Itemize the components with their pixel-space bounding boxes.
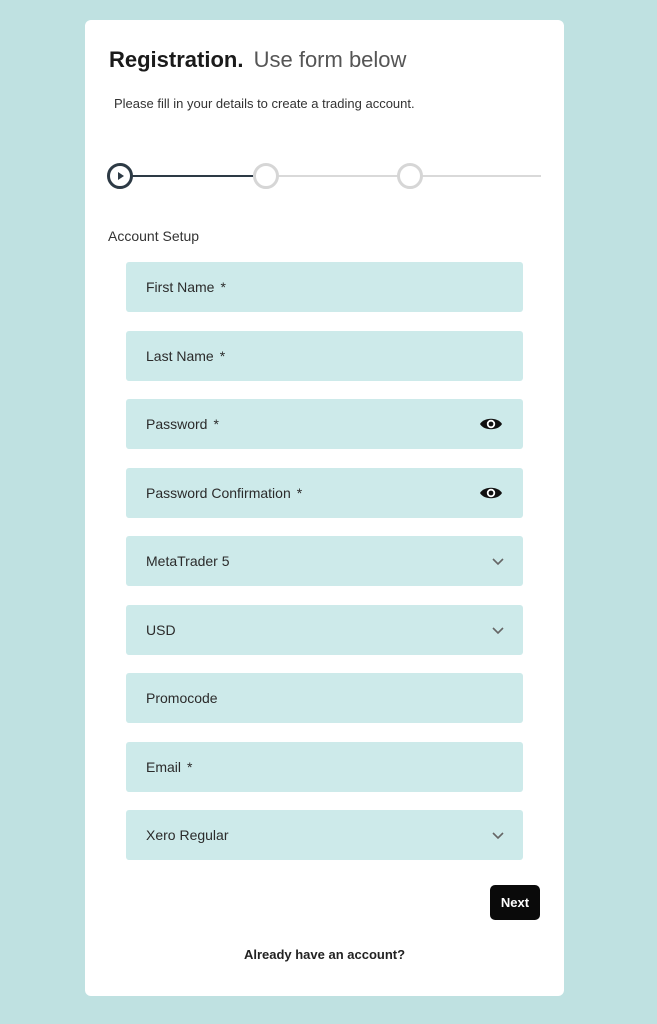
progress-stepper	[107, 163, 541, 189]
password-confirmation-label: Password Confirmation	[146, 484, 291, 501]
required-marker: *	[187, 758, 193, 775]
first-name-label: First Name	[146, 279, 215, 295]
last-name-field[interactable]: Last Name *	[126, 330, 523, 381]
required-marker: *	[296, 484, 303, 501]
promocode-label: Promocode	[146, 690, 218, 706]
registration-card: Registration. Use form below Please fill…	[85, 20, 564, 996]
password-confirmation-field[interactable]: Password Confirmation *	[126, 467, 523, 518]
next-button[interactable]: Next	[490, 885, 540, 920]
stepper-track-completed	[131, 175, 254, 177]
required-marker: *	[213, 416, 219, 432]
first-name-field[interactable]: First Name *	[126, 262, 523, 312]
chevron-down-icon	[492, 626, 504, 634]
password-label: Password	[146, 416, 208, 432]
currency-value: USD	[146, 621, 176, 638]
email-field[interactable]: Email *	[126, 741, 523, 792]
login-link[interactable]: Already have an account?	[85, 947, 564, 962]
account-type-select[interactable]: Xero Regular	[126, 810, 523, 860]
email-label: Email	[146, 758, 182, 775]
step-3	[397, 163, 423, 189]
play-icon	[118, 172, 124, 180]
page-title: Registration. Use form below	[109, 46, 406, 74]
platform-select[interactable]: MetaTrader 5	[126, 536, 523, 586]
step-1-current	[107, 163, 133, 189]
currency-select[interactable]: USD	[126, 604, 523, 655]
required-marker: *	[219, 347, 226, 364]
title-light: Use form below	[253, 47, 407, 72]
account-type-value: Xero Regular	[146, 827, 229, 843]
page-subtitle: Please fill in your details to create a …	[114, 96, 415, 111]
step-2	[253, 163, 279, 189]
eye-icon[interactable]	[479, 484, 503, 502]
registration-form: First Name * Last Name * Password * Pass…	[126, 262, 523, 879]
required-marker: *	[220, 279, 226, 295]
last-name-label: Last Name	[146, 347, 214, 364]
password-field[interactable]: Password *	[126, 399, 523, 449]
promocode-field[interactable]: Promocode	[126, 673, 523, 723]
section-label-account-setup: Account Setup	[108, 228, 200, 244]
eye-icon[interactable]	[479, 415, 503, 433]
chevron-down-icon	[492, 558, 504, 566]
platform-value: MetaTrader 5	[146, 553, 230, 569]
chevron-down-icon	[492, 832, 504, 840]
title-strong: Registration.	[109, 47, 244, 72]
